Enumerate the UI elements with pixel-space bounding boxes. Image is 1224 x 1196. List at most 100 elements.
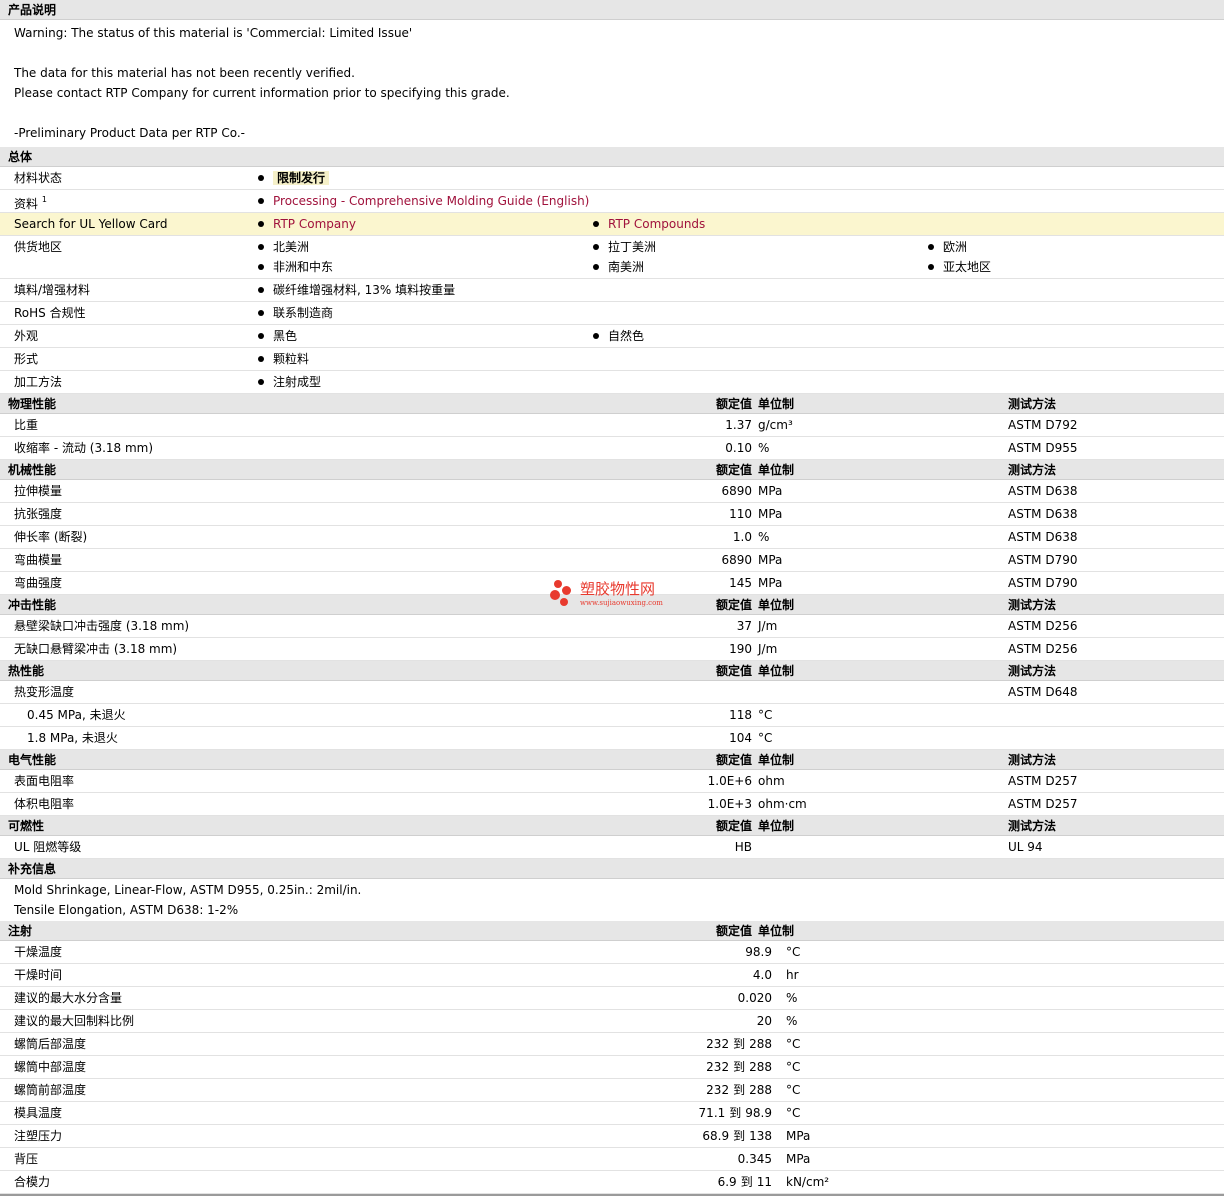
row-label: 资料 1 — [14, 190, 47, 215]
row-rohs: RoHS 合规性 联系制造商 — [0, 302, 1224, 325]
description-line: Please contact RTP Company for current i… — [14, 86, 510, 100]
header-test-method: 测试方法 — [1008, 664, 1057, 678]
bullet-icon — [258, 197, 264, 204]
section-header-description: 产品说明 — [0, 0, 1224, 20]
property-value: 0.10 — [725, 441, 752, 455]
property-unit: hr — [786, 968, 799, 982]
footnote-marker: 1 — [41, 195, 47, 204]
property-unit: g/cm³ — [758, 418, 793, 432]
region-item: 非洲和中东 — [258, 256, 333, 278]
description-line — [14, 43, 1224, 63]
rtp-compounds-link[interactable]: RTP Compounds — [608, 217, 705, 231]
description-block: Warning: The status of this material is … — [0, 20, 1224, 147]
row-label: Search for UL Yellow Card — [14, 217, 168, 231]
property-label: 表面电阻率 — [14, 774, 75, 788]
property-value: 190 — [729, 642, 752, 656]
filler-value: 碳纤维增强材料, 13% 填料按重量 — [273, 283, 456, 297]
region-name: 北美洲 — [273, 240, 310, 254]
region-name: 亚太地区 — [943, 260, 992, 274]
filler-cell: 碳纤维增强材料, 13% 填料按重量 — [258, 279, 455, 301]
supplement-line: Tensile Elongation, ASTM D638: 1-2% — [14, 903, 239, 917]
rtp-company-link[interactable]: RTP Company — [273, 217, 356, 231]
header-unit: 单位制 — [758, 664, 795, 678]
property-value: 6890 — [721, 553, 752, 567]
section-title: 冲击性能 — [8, 598, 57, 612]
property-label: 弯曲强度 — [14, 576, 63, 590]
property-sub-label: 0.45 MPa, 未退火 — [27, 708, 126, 722]
bullet-icon — [258, 286, 264, 293]
property-test-method: UL 94 — [1008, 840, 1043, 854]
property-unit: °C — [786, 1037, 801, 1051]
range-high: 288 — [749, 1083, 772, 1097]
property-label: 模具温度 — [14, 1106, 63, 1120]
bullet-icon — [593, 263, 599, 270]
row-form: 形式 颗粒料 — [0, 348, 1224, 371]
header-test-method: 测试方法 — [1008, 753, 1057, 767]
property-sub-label: 1.8 MPa, 未退火 — [27, 731, 118, 745]
range-high: 98.9 — [745, 1106, 772, 1120]
bullet-icon — [928, 263, 934, 270]
property-unit: J/m — [758, 619, 778, 633]
supplement-block: Mold Shrinkage, Linear-Flow, ASTM D955, … — [0, 879, 1224, 921]
property-value: 4.0 — [752, 968, 772, 982]
range-low: 232 — [706, 1060, 730, 1074]
bullet-icon — [258, 332, 264, 339]
header-unit: 单位制 — [758, 598, 795, 612]
property-unit: MPa — [786, 1129, 811, 1143]
table-row: 干燥时间 4.0 hr — [0, 964, 1224, 987]
table-row: 体积电阻率 1.0E+3 ohm·cm ASTM D257 — [0, 793, 1224, 816]
ul-link-cell: RTP Compounds — [593, 213, 705, 235]
property-unit: % — [786, 1014, 798, 1028]
supplement-line: Mold Shrinkage, Linear-Flow, ASTM D955, … — [14, 883, 362, 897]
section-title: 电气性能 — [8, 753, 57, 767]
property-test-method: ASTM D790 — [1008, 576, 1078, 590]
method-cell: 注射成型 — [258, 371, 321, 393]
property-test-method: ASTM D638 — [1008, 507, 1078, 521]
header-nominal: 额定值 — [715, 463, 752, 477]
range-to: 到 — [733, 1129, 746, 1143]
property-value: 110 — [729, 507, 752, 521]
row-material-status: 材料状态 限制发行 — [0, 167, 1224, 190]
range-to: 到 — [729, 1106, 742, 1120]
section-header-physical: 物理性能 额定值 单位制 测试方法 — [0, 394, 1224, 414]
property-unit: °C — [786, 945, 801, 959]
section-header-mechanical: 机械性能 额定值 单位制 测试方法 — [0, 460, 1224, 480]
table-row: 比重 1.37 g/cm³ ASTM D792 — [0, 414, 1224, 437]
section-header-general: 总体 — [0, 147, 1224, 167]
property-test-method: ASTM D256 — [1008, 619, 1078, 633]
table-row: 拉伸模量 6890 MPa ASTM D638 — [0, 480, 1224, 503]
header-unit: 单位制 — [758, 463, 795, 477]
property-test-method: ASTM D638 — [1008, 530, 1078, 544]
row-label: 填料/增强材料 — [14, 283, 91, 297]
range-low: 232 — [706, 1037, 730, 1051]
status-cell: 限制发行 — [258, 167, 330, 189]
range-low: 68.9 — [702, 1129, 730, 1143]
header-nominal: 额定值 — [715, 397, 752, 411]
property-unit: ohm·cm — [758, 797, 807, 811]
property-unit: % — [758, 441, 770, 455]
property-label: 无缺口悬臂梁冲击 (3.18 mm) — [14, 642, 178, 656]
row-label: 供货地区 — [14, 240, 63, 254]
range-low: 232 — [706, 1083, 730, 1097]
bullet-icon — [258, 309, 264, 316]
property-unit: % — [758, 530, 770, 544]
property-unit: J/m — [758, 642, 778, 656]
region-name: 非洲和中东 — [273, 260, 334, 274]
section-title: 注射 — [8, 924, 33, 938]
property-value: 6890 — [721, 484, 752, 498]
table-row: 表面电阻率 1.0E+6 ohm ASTM D257 — [0, 770, 1224, 793]
property-range: 232 到 288 — [706, 1056, 772, 1078]
molding-guide-link[interactable]: Processing - Comprehensive Molding Guide… — [273, 194, 589, 208]
header-nominal: 额定值 — [715, 664, 752, 678]
property-label: 注塑压力 — [14, 1129, 63, 1143]
header-unit: 单位制 — [758, 397, 795, 411]
range-high: 138 — [749, 1129, 772, 1143]
description-line — [14, 103, 1224, 123]
table-row: 1.8 MPa, 未退火 104 °C — [0, 727, 1224, 750]
rohs-value: 联系制造商 — [273, 306, 334, 320]
property-value: HB — [734, 840, 752, 854]
appearance-item: 黑色 — [258, 325, 297, 347]
row-label: 外观 — [14, 329, 39, 343]
range-high: 288 — [749, 1060, 772, 1074]
property-label: 热变形温度 — [14, 685, 75, 699]
